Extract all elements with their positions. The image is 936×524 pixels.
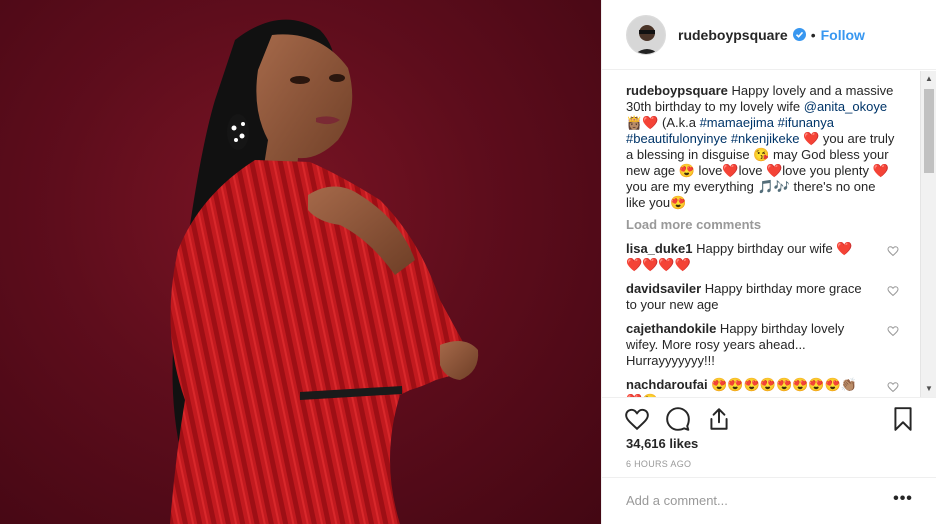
caption-hashtag-1[interactable]: #mamaejima — [700, 115, 774, 130]
bookmark-icon[interactable] — [890, 406, 916, 432]
caption-hashtag-4[interactable]: #nkenjikeke — [731, 131, 800, 146]
likes-count[interactable]: 34,616 likes — [626, 436, 698, 451]
add-comment-bar: ••• — [602, 477, 936, 524]
comment-like-heart-icon[interactable] — [887, 381, 899, 393]
comment-username[interactable]: lisa_duke1 — [626, 241, 693, 256]
verified-badge-icon — [792, 28, 806, 41]
comments-scrollbar[interactable]: ▲ ▼ — [920, 71, 936, 397]
comment-like-heart-icon[interactable] — [887, 325, 899, 337]
avatar[interactable] — [626, 14, 666, 55]
scroll-up-arrow-icon[interactable]: ▲ — [921, 71, 936, 87]
caption-username[interactable]: rudeboypsquare — [626, 83, 728, 98]
comment-like-heart-icon[interactable] — [887, 245, 899, 257]
scrollbar-thumb[interactable] — [924, 89, 934, 173]
add-comment-input[interactable] — [626, 490, 866, 510]
avatar-photo-icon — [627, 15, 665, 54]
scroll-down-arrow-icon[interactable]: ▼ — [921, 381, 936, 397]
comment-item: cajethandokile Happy birthday lovely wif… — [626, 321, 906, 369]
post-timestamp[interactable]: 6 HOURS AGO — [626, 459, 691, 469]
woman-in-red-dress-illustration — [170, 19, 479, 524]
post-details-panel: rudeboypsquare • Follow rudeboypsquare H… — [601, 0, 936, 524]
comment-username[interactable]: davidsaviler — [626, 281, 701, 296]
load-more-comments-button[interactable]: Load more comments — [626, 217, 922, 233]
comment-item: lisa_duke1 Happy birthday our wife ❤️❤️❤… — [626, 241, 906, 273]
comment-username[interactable]: nachdaroufai — [626, 377, 708, 392]
share-icon[interactable] — [706, 406, 732, 432]
more-options-button[interactable]: ••• — [892, 490, 914, 510]
comment-item: nachdaroufai 😍😍😍😍😍😍😍😍👏🏽❤️😘 — [626, 377, 906, 397]
comment-like-heart-icon[interactable] — [887, 285, 899, 297]
caption-text-2: 👸🏽❤️ (A.k.a — [626, 115, 700, 130]
comment-username[interactable]: cajethandokile — [626, 321, 716, 336]
post-actions: 34,616 likes 6 HOURS AGO — [602, 397, 936, 477]
caption-hashtag-2[interactable]: #ifunanya — [778, 115, 834, 130]
comment-bubble-icon[interactable] — [665, 406, 691, 432]
caption-mention[interactable]: @anita_okoye — [804, 99, 887, 114]
follow-button[interactable]: Follow — [821, 27, 865, 43]
header-username[interactable]: rudeboypsquare — [678, 27, 788, 43]
post-caption: rudeboypsquare Happy lovely and a massiv… — [626, 83, 896, 211]
comments-list: rudeboypsquare Happy lovely and a massiv… — [602, 71, 922, 397]
header-separator: • — [810, 26, 816, 43]
comment-item: davidsaviler Happy birthday more grace t… — [626, 281, 906, 313]
post-header: rudeboypsquare • Follow — [602, 0, 936, 70]
caption-hashtag-3[interactable]: #beautifulonyinye — [626, 131, 727, 146]
heart-icon[interactable] — [624, 406, 650, 432]
post-photo[interactable] — [0, 0, 601, 524]
